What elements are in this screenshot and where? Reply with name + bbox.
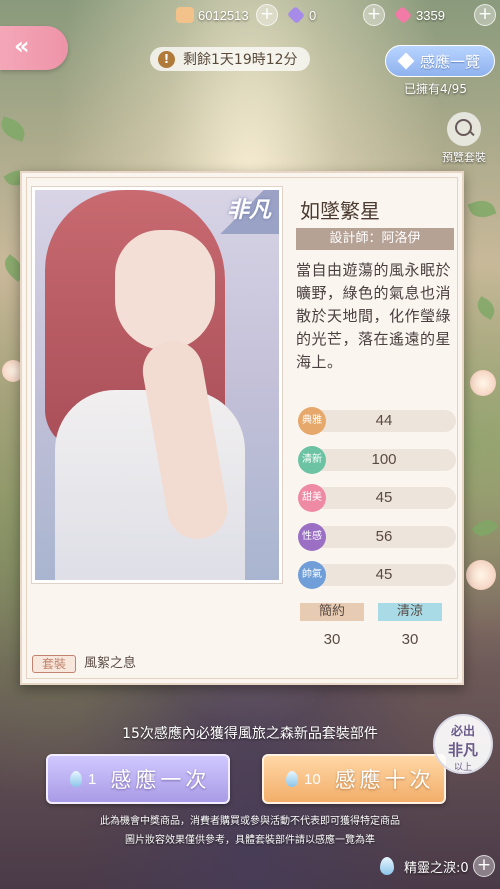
preview-label: 預覽套裝 bbox=[442, 151, 486, 164]
spirit-tear-icon bbox=[380, 857, 394, 875]
overview-button[interactable]: 感應一覽 bbox=[385, 45, 495, 77]
diamond-value: 0 bbox=[309, 7, 317, 23]
attribute-cool: 45 帥氣 bbox=[298, 561, 456, 589]
suit-chip: 套裝 bbox=[32, 655, 76, 673]
event-timer: ! 剩餘1天19時12分 bbox=[150, 47, 310, 71]
pull-once-label: 感應一次 bbox=[110, 768, 211, 792]
rarity-badge: 非凡 bbox=[205, 190, 279, 234]
guarantee-text: 15次感應內必獲得風旅之森新品套裝部件 bbox=[122, 726, 378, 742]
character-portrait: 非凡 bbox=[32, 187, 282, 583]
badge-line-3: 以上 bbox=[453, 763, 472, 773]
back-arrow-icon: « bbox=[14, 32, 29, 60]
attribute-elegant: 44 典雅 bbox=[298, 407, 456, 435]
tag-simple: 簡約 bbox=[300, 603, 364, 621]
attribute-value: 44 bbox=[375, 412, 393, 429]
overview-label: 感應一覽 bbox=[419, 52, 480, 71]
add-gold-button[interactable]: + bbox=[256, 4, 278, 26]
pink-gem-icon bbox=[393, 5, 413, 25]
cat-coin-icon bbox=[176, 7, 194, 23]
pink-diamond-value: 3359 bbox=[416, 7, 445, 23]
rarity-text: 非凡 bbox=[226, 197, 271, 223]
purple-gem-icon bbox=[286, 5, 306, 25]
pull-once-button[interactable]: 1 感應一次 bbox=[46, 754, 230, 804]
attribute-value: 56 bbox=[375, 528, 393, 545]
disclaimer-line-2: 圖片妝容效果僅供參考，具體套裝部件請以感應一覽為準 bbox=[125, 835, 375, 846]
pull-ten-label: 感應十次 bbox=[334, 768, 435, 792]
guaranteed-rarity-badge: 必出 非凡 以上 bbox=[433, 714, 493, 774]
gold-value: 6012513 bbox=[198, 7, 249, 23]
sweet-icon: 甜美 bbox=[298, 484, 326, 512]
attribute-sweet: 45 甜美 bbox=[298, 484, 456, 512]
preview-suit-button[interactable]: 預覽套裝 bbox=[434, 112, 494, 165]
disclaimer: 此為機會中獎商品，消費者購買或參與活動不代表即可獲得特定商品 圖片妝容效果僅供參… bbox=[0, 812, 500, 850]
add-spirit-tear-button[interactable]: + bbox=[473, 855, 495, 877]
timer-text: 剩餘1天19時12分 bbox=[183, 52, 298, 68]
magnifier-icon bbox=[447, 112, 481, 146]
add-diamond-button[interactable]: + bbox=[363, 4, 385, 26]
back-button[interactable]: « bbox=[0, 26, 68, 70]
suit-detail-card: 非凡 如墜繁星 設計師：阿洛伊 當自由遊蕩的風永眠於曠野，綠色的氣息也消散於天地… bbox=[20, 171, 464, 685]
diamond-icon bbox=[397, 52, 415, 70]
spirit-tear-icon bbox=[70, 771, 82, 787]
attribute-sexy: 56 性感 bbox=[298, 523, 456, 551]
currency-bar: 6012513 + 0 + 3359 + bbox=[0, 0, 500, 30]
flower-decoration bbox=[466, 560, 496, 590]
badge-line-1: 必出 bbox=[450, 724, 475, 738]
suit-name: 如墜繁星 bbox=[300, 199, 380, 223]
diamond-currency: 0 bbox=[286, 5, 317, 25]
add-pink-diamond-button[interactable]: + bbox=[474, 4, 496, 26]
fresh-icon: 清新 bbox=[298, 446, 326, 474]
suit-series-label: 風絮之息 bbox=[84, 656, 137, 671]
attribute-fresh: 100 清新 bbox=[298, 446, 456, 474]
disclaimer-line-1: 此為機會中獎商品，消費者購買或參與活動不代表即可獲得特定商品 bbox=[100, 816, 400, 827]
attribute-value: 45 bbox=[375, 489, 393, 506]
suit-description: 當自由遊蕩的風永眠於曠野，綠色的氣息也消散於天地間，化作瑩綠的光芒，落在遙遠的星… bbox=[296, 261, 452, 371]
pull-ten-cost: 10 bbox=[304, 770, 321, 788]
elegant-icon: 典雅 bbox=[298, 407, 326, 435]
tag-cool-value: 30 bbox=[401, 631, 419, 648]
pull-ten-button[interactable]: 10 感應十次 bbox=[262, 754, 446, 804]
spirit-tear-text: 精靈之淚:0 bbox=[404, 860, 469, 876]
gold-currency: 6012513 bbox=[176, 5, 249, 25]
cool-icon: 帥氣 bbox=[298, 561, 326, 589]
designer-label: 設計師：阿洛伊 bbox=[296, 228, 454, 250]
owned-count: 已擁有4/95 bbox=[404, 82, 467, 96]
tag-simple-value: 30 bbox=[323, 631, 341, 648]
sexy-icon: 性感 bbox=[298, 523, 326, 551]
spirit-tear-balance: 精靈之淚:0 bbox=[380, 853, 469, 879]
pull-once-cost: 1 bbox=[88, 770, 97, 788]
badge-line-2: 非凡 bbox=[447, 741, 478, 759]
attribute-value: 100 bbox=[371, 451, 397, 468]
portrait-face bbox=[115, 230, 215, 350]
attribute-value: 45 bbox=[375, 566, 393, 583]
spirit-tear-icon bbox=[286, 771, 298, 787]
tag-cool: 清涼 bbox=[378, 603, 442, 621]
pink-diamond-currency: 3359 bbox=[393, 5, 445, 25]
flower-decoration bbox=[470, 370, 496, 396]
exclamation-icon: ! bbox=[158, 50, 175, 68]
